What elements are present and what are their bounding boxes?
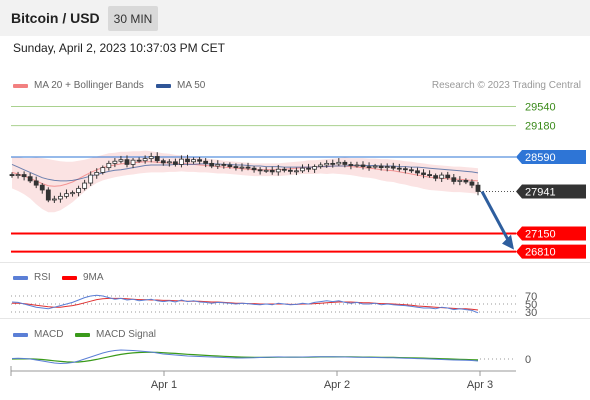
candle-body: [384, 166, 390, 169]
candle-body: [27, 176, 33, 182]
candle-body: [221, 164, 227, 166]
candle-body: [94, 172, 100, 176]
last-price-label: 27941: [525, 187, 556, 199]
candle-body: [154, 156, 160, 162]
candle-body: [439, 174, 445, 179]
candle-body: [15, 174, 21, 177]
x-axis-tick-label: Apr 1: [151, 379, 177, 391]
candle-body: [239, 166, 245, 169]
candle-body: [215, 164, 221, 167]
x-axis-tick-label: Apr 2: [324, 379, 350, 391]
candle-body: [469, 181, 475, 186]
candle-body: [64, 193, 69, 197]
candle-body: [251, 167, 257, 171]
rsi-tick-label: 30: [525, 307, 537, 319]
candle-body: [421, 172, 426, 175]
candle-body: [142, 158, 148, 162]
candle-body: [348, 164, 354, 166]
candle-body: [70, 192, 75, 195]
candle-body: [166, 161, 172, 164]
candle-body: [106, 162, 112, 169]
candle-body: [360, 164, 366, 167]
resistance-label: 29180: [525, 121, 556, 133]
candle-body: [294, 170, 299, 173]
candle-body: [245, 166, 251, 169]
bollinger-band-fill: [12, 150, 478, 213]
candle-body: [306, 167, 311, 170]
candle-body: [191, 159, 196, 163]
candle-body: [281, 168, 287, 171]
candle-body: [342, 161, 348, 165]
candle-body: [173, 161, 178, 165]
candle-body: [76, 187, 81, 194]
candle-body: [148, 156, 154, 159]
candle-body: [433, 175, 439, 179]
candle-body: [58, 195, 63, 200]
resistance-label: 29540: [525, 101, 556, 113]
candle-body: [51, 198, 57, 201]
candle-body: [415, 170, 420, 174]
candle-body: [396, 167, 402, 170]
candle-body: [9, 174, 15, 177]
candle-body: [269, 169, 275, 173]
candle-body: [402, 168, 408, 171]
candle-body: [257, 169, 263, 172]
candle-body: [88, 174, 94, 184]
candle-body: [263, 169, 269, 172]
candle-body: [354, 164, 360, 167]
candle-body: [21, 174, 27, 178]
candle-body: [33, 180, 39, 186]
candle-body: [197, 159, 203, 162]
macd-tick-label: 0: [525, 354, 531, 366]
candle-body: [475, 184, 481, 192]
candle-body: [463, 179, 469, 183]
candle-body: [427, 174, 432, 177]
candle-body: [445, 174, 451, 179]
chart-canvas: 2954029180285902794127150268107050300Apr…: [9, 101, 586, 391]
candle-body: [100, 167, 106, 173]
candle-body: [287, 169, 293, 172]
candle-body: [160, 160, 166, 164]
candle-body: [233, 166, 239, 169]
candle-body: [179, 158, 184, 165]
candle-body: [227, 164, 233, 167]
rsi-ma-line: [12, 297, 479, 311]
candle-body: [209, 162, 215, 167]
candle-body: [318, 164, 324, 167]
candle-body: [390, 166, 396, 169]
candle-body: [366, 166, 372, 168]
candle-body: [82, 182, 88, 189]
candle-body: [336, 161, 342, 165]
candle-body: [409, 169, 414, 172]
support-label: 26810: [525, 247, 556, 259]
support-label: 27150: [525, 229, 556, 241]
candle-body: [324, 162, 330, 166]
candle-body: [185, 158, 190, 163]
candle-body: [130, 159, 136, 165]
candle-body: [330, 162, 336, 165]
candle-body: [457, 179, 463, 182]
candle-body: [112, 160, 118, 164]
pivot-label: 28590: [525, 152, 556, 164]
candle-body: [312, 166, 317, 170]
candle-body: [39, 184, 45, 191]
candle-body: [118, 159, 124, 162]
macd-signal-line: [11, 351, 479, 363]
candle-body: [203, 160, 209, 164]
candle-body: [372, 165, 378, 168]
candle-body: [124, 159, 130, 165]
candle-body: [451, 177, 457, 182]
x-axis-tick-label: Apr 3: [467, 379, 493, 391]
candle-body: [300, 167, 305, 172]
candle-body: [378, 165, 384, 169]
candle-body: [136, 159, 142, 162]
candle-body: [45, 189, 51, 201]
candle-body: [275, 168, 281, 173]
